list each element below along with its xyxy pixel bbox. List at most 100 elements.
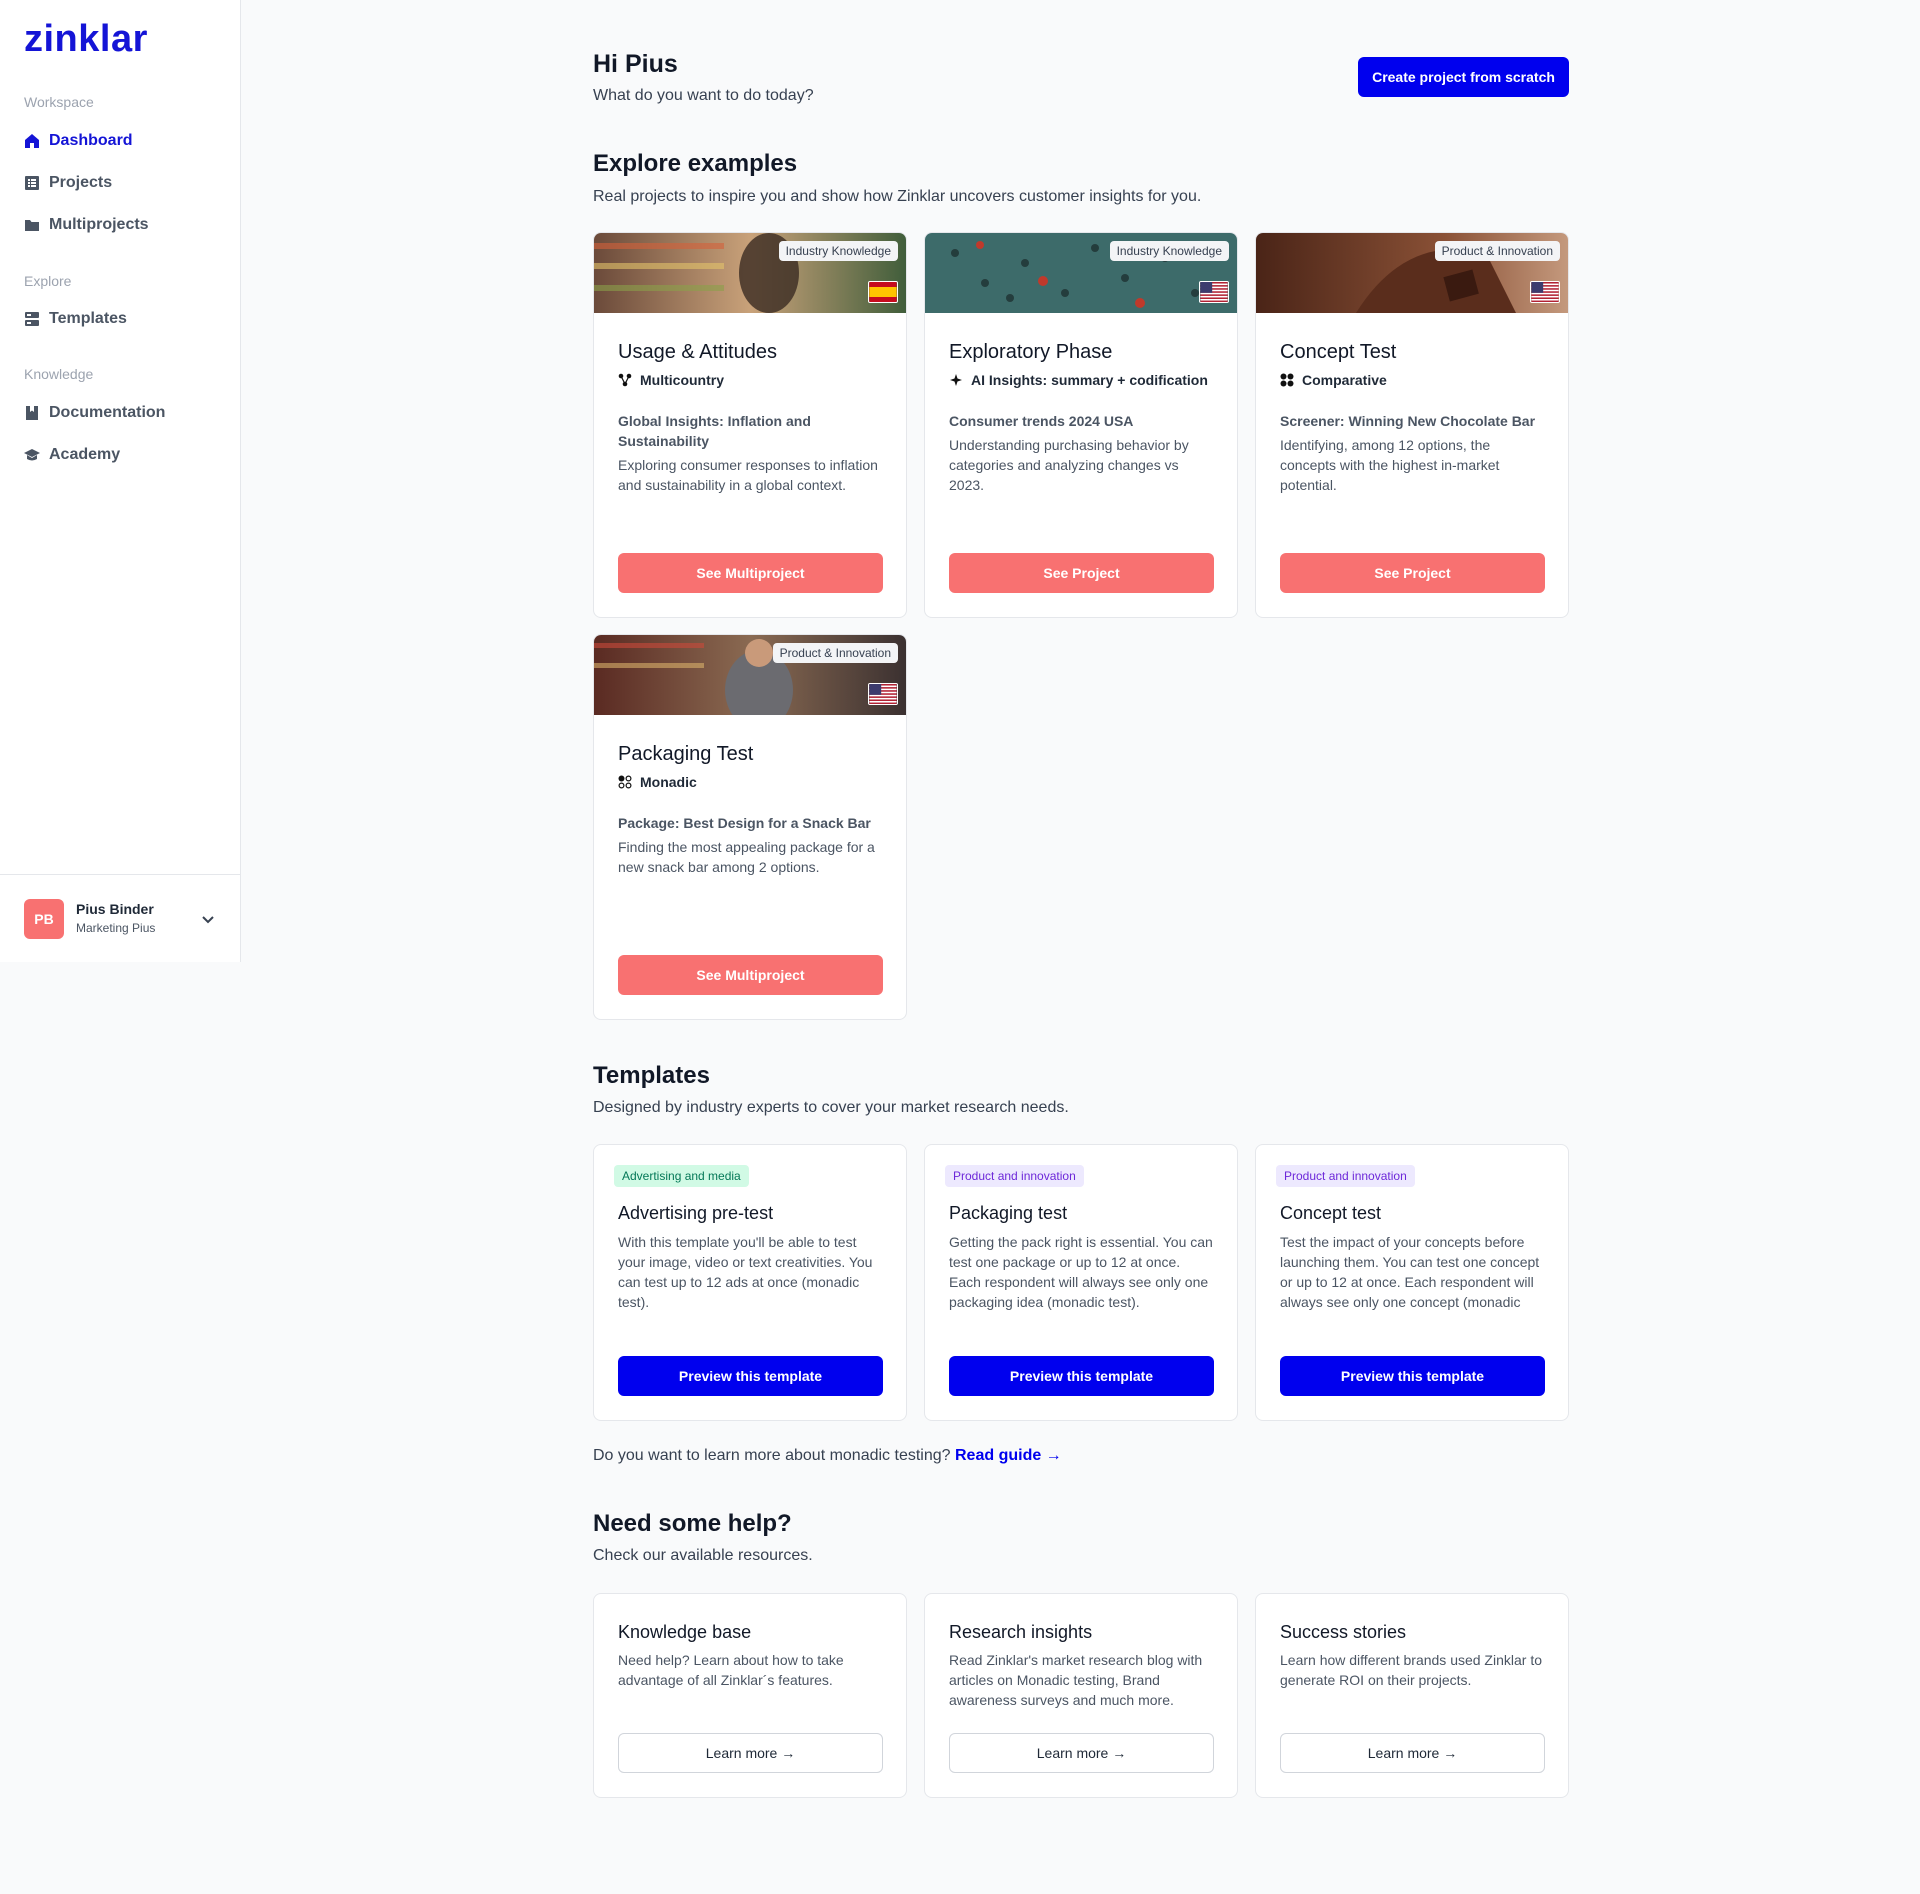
card-title: Concept test [1280, 1203, 1382, 1223]
card-meta: Comparative [1280, 372, 1387, 388]
card-description: Exploring consumer responses to inflatio… [618, 457, 878, 493]
templates-subtitle: Designed by industry experts to cover yo… [593, 1099, 1069, 1116]
usa-flag-icon [1530, 281, 1560, 303]
avatar: PB [24, 899, 64, 939]
template-card-concept-test: Product and innovation Concept test Test… [1255, 1144, 1569, 1421]
example-card-packaging-test: Product & Innovation Packaging Test Mona… [593, 634, 907, 1020]
card-project-name: Consumer trends 2024 USA [949, 413, 1134, 429]
category-badge: Industry Knowledge [778, 241, 898, 261]
help-card-success-stories: Success stories Learn how different bran… [1255, 1593, 1569, 1798]
page-title: Hi Pius [593, 50, 678, 78]
sidebar: zinklar Workspace Dashboard Projects Mul… [0, 0, 241, 962]
category-badge: Industry Knowledge [1109, 241, 1229, 261]
sidebar-item-label: Templates [49, 310, 127, 327]
example-card-usage-attitudes: Industry Knowledge Usage & Attitudes Mul… [593, 232, 907, 618]
sidebar-item-label: Academy [49, 446, 121, 463]
learn-more-line: Do you want to learn more about monadic … [593, 1447, 1062, 1465]
card-meta: Monadic [618, 774, 697, 790]
learn-more-button[interactable]: Learn more → [949, 1733, 1214, 1773]
card-description: Getting the pack right is essential. You… [949, 1234, 1213, 1310]
see-project-button[interactable]: See Project [949, 553, 1214, 593]
card-title: Research insights [949, 1622, 1093, 1642]
card-description: Learn how different brands used Zinklar … [1280, 1652, 1543, 1688]
card-project-name: Screener: Winning New Chocolate Bar [1280, 413, 1536, 429]
card-title: Usage & Attitudes [618, 341, 777, 363]
multicountry-icon [618, 373, 632, 387]
help-subtitle: Check our available resources. [593, 1547, 813, 1564]
card-description: Test the impact of your concepts before … [1280, 1234, 1540, 1310]
help-card-knowledge-base: Knowledge base Need help? Learn about ho… [593, 1593, 907, 1798]
example-card-concept-test: Product & Innovation Concept Test Compar… [1255, 232, 1569, 618]
sidebar-item-label: Multiprojects [49, 216, 149, 233]
card-title: Success stories [1280, 1622, 1407, 1642]
card-project-name: Global Insights: Inflation and Sustainab… [618, 413, 811, 449]
sidebar-item-projects[interactable]: Projects [24, 174, 112, 192]
category-badge: Product & Innovation [772, 643, 898, 663]
card-project-name: Package: Best Design for a Snack Bar [618, 815, 871, 831]
user-name: Pius Binder [76, 901, 154, 917]
user-menu[interactable]: PB Pius Binder Marketing Pius [0, 874, 241, 962]
sidebar-item-label: Dashboard [49, 132, 133, 149]
explore-subtitle: Real projects to inspire you and show ho… [593, 188, 1202, 205]
read-guide-link[interactable]: Read guide → [955, 1447, 1062, 1464]
preview-template-button[interactable]: Preview this template [1280, 1356, 1545, 1396]
help-title: Need some help? [593, 1510, 792, 1537]
user-role: Marketing Pius [76, 921, 156, 935]
monadic-icon [618, 775, 632, 789]
card-description: Understanding purchasing behavior by cat… [949, 437, 1189, 493]
home-icon [25, 134, 39, 148]
card-image: Industry Knowledge [925, 233, 1237, 313]
template-card-advertising-pretest: Advertising and media Advertising pre-te… [593, 1144, 907, 1421]
sidebar-item-academy[interactable]: Academy [24, 446, 120, 464]
chevron-down-icon[interactable] [200, 911, 216, 927]
card-description: Need help? Learn about how to take advan… [618, 1652, 844, 1688]
comparative-icon [1280, 373, 1294, 387]
card-title: Knowledge base [618, 1622, 752, 1642]
template-card-packaging-test: Product and innovation Packaging test Ge… [924, 1144, 1238, 1421]
sidebar-item-dashboard[interactable]: Dashboard [24, 132, 133, 150]
folder-icon [25, 220, 39, 231]
preview-template-button[interactable]: Preview this template [949, 1356, 1214, 1396]
template-category-badge: Product and innovation [945, 1165, 1084, 1187]
sidebar-item-templates[interactable]: Templates [24, 310, 127, 328]
create-project-button[interactable]: Create project from scratch [1358, 57, 1569, 97]
spain-flag-icon [868, 281, 898, 303]
learn-more-button[interactable]: Learn more → [1280, 1733, 1545, 1773]
card-meta-label: Comparative [1302, 372, 1387, 388]
sidebar-item-label: Projects [49, 174, 113, 191]
zinklar-logo[interactable]: zinklar [24, 18, 148, 61]
card-title: Advertising pre-test [618, 1203, 774, 1223]
example-card-exploratory-phase: Industry Knowledge Exploratory Phase AI … [924, 232, 1238, 618]
learn-more-button[interactable]: Learn more → [618, 1733, 883, 1773]
templates-icon [25, 312, 39, 326]
see-multiproject-button[interactable]: See Multiproject [618, 553, 883, 593]
section-label-explore: Explore [24, 273, 72, 289]
preview-template-button[interactable]: Preview this template [618, 1356, 883, 1396]
page-subtitle: What do you want to do today? [593, 87, 814, 104]
help-card-research-insights: Research insights Read Zinklar's market … [924, 1593, 1238, 1798]
see-project-button[interactable]: See Project [1280, 553, 1545, 593]
see-multiproject-button[interactable]: See Multiproject [618, 955, 883, 995]
card-title: Packaging Test [618, 743, 754, 765]
usa-flag-icon [1199, 281, 1229, 303]
explore-title: Explore examples [593, 150, 798, 177]
sparkle-icon [950, 374, 962, 386]
section-label-workspace: Workspace [24, 94, 94, 110]
card-image: Product & Innovation [1256, 233, 1568, 313]
card-description: Finding the most appealing package for a… [618, 839, 875, 875]
book-icon [26, 406, 38, 420]
template-category-badge: Product and innovation [1276, 1165, 1415, 1187]
card-description: Read Zinklar's market research blog with… [949, 1652, 1203, 1708]
sidebar-item-multiprojects[interactable]: Multiprojects [24, 216, 149, 234]
category-badge: Product & Innovation [1434, 241, 1560, 261]
section-label-knowledge: Knowledge [24, 366, 94, 382]
card-title: Packaging test [949, 1203, 1068, 1223]
card-title: Exploratory Phase [949, 341, 1113, 363]
card-image: Industry Knowledge [594, 233, 906, 313]
graduation-cap-icon [24, 449, 40, 461]
template-category-badge: Advertising and media [614, 1165, 749, 1187]
templates-title: Templates [593, 1062, 710, 1089]
sidebar-item-documentation[interactable]: Documentation [24, 404, 165, 422]
card-meta-label: Monadic [640, 774, 697, 790]
card-image: Product & Innovation [594, 635, 906, 730]
